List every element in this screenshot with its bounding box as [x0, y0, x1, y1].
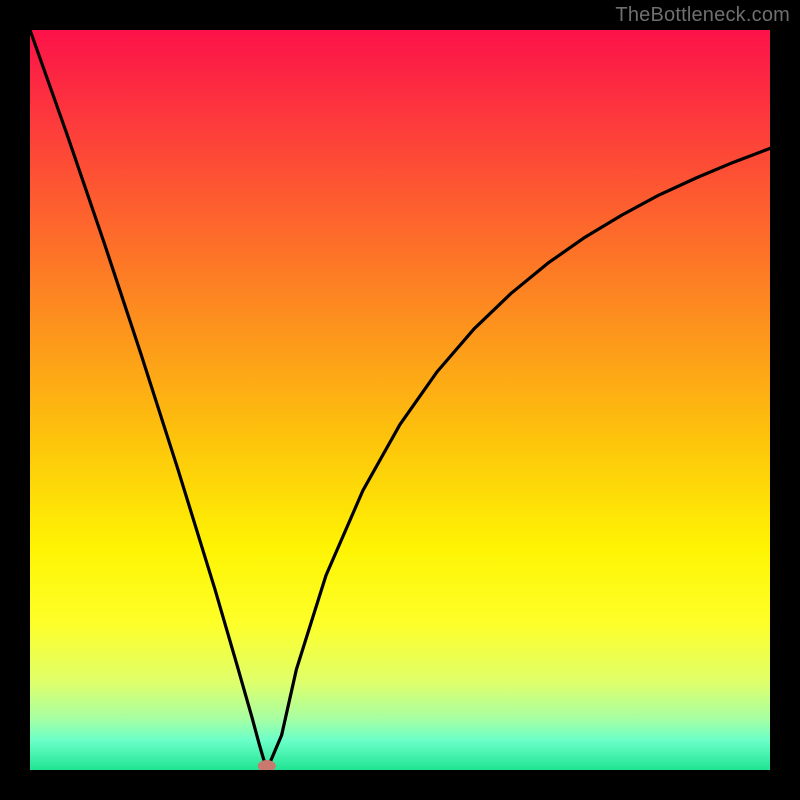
chart-frame: TheBottleneck.com	[0, 0, 800, 800]
bottleneck-curve	[30, 30, 770, 770]
plot-area	[30, 30, 770, 770]
watermark-text: TheBottleneck.com	[615, 4, 790, 27]
